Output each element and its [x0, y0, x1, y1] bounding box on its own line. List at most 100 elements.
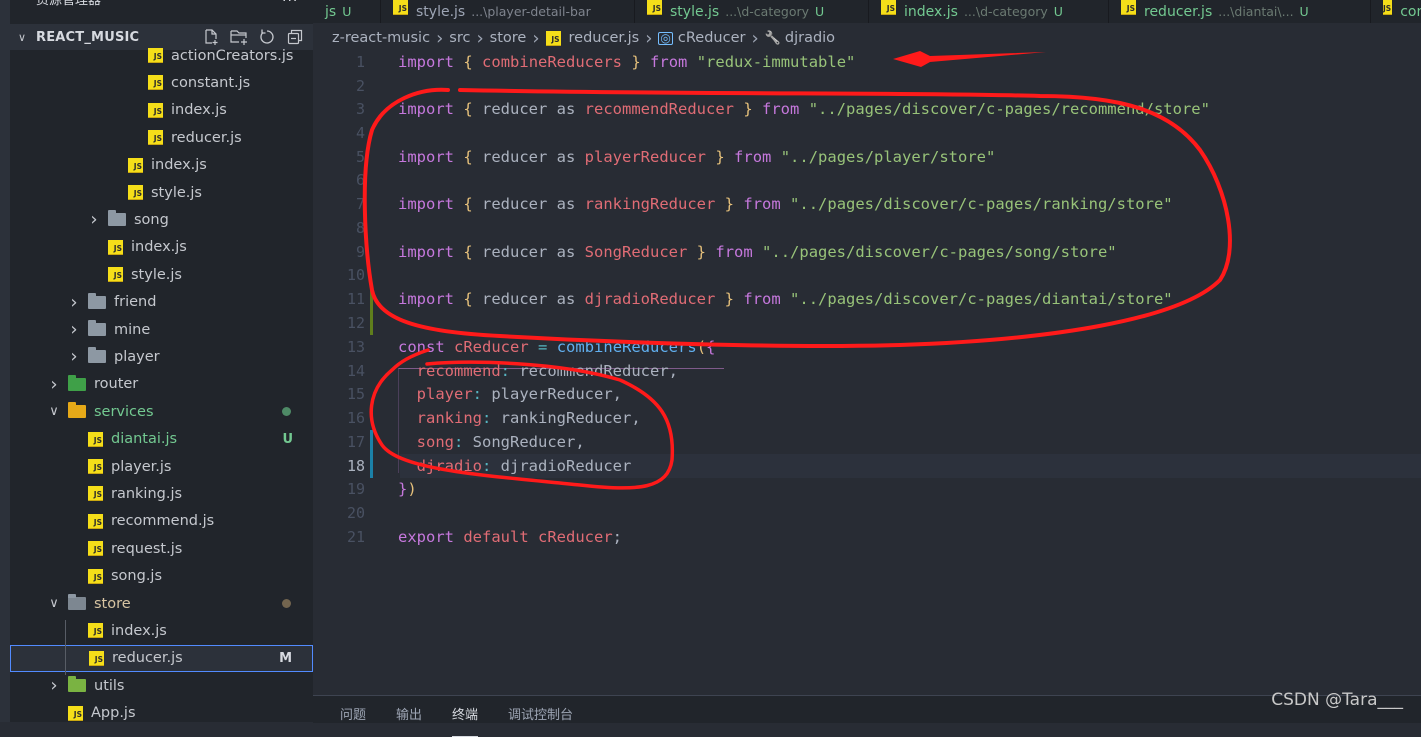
code-text: ranking: rankingReducer, [398, 406, 641, 430]
chevron-right-icon[interactable]: › [68, 292, 80, 313]
breadcrumb-item[interactable]: z-react-music [332, 30, 430, 46]
tree-item[interactable]: JS index.js [10, 97, 313, 124]
tree-item-label: song [134, 211, 169, 228]
editor-tab[interactable]: JS style.js ...\d-category U [635, 0, 869, 23]
chevron-right-icon[interactable]: › [68, 346, 80, 367]
panel-tab[interactable]: 终端 [452, 696, 479, 737]
tree-item[interactable]: › utils [10, 672, 313, 699]
js-file-icon: JS [647, 0, 662, 15]
code-line[interactable]: 15 player: playerReducer, [313, 382, 1421, 406]
editor-tab[interactable]: JS style.js ...\player-detail-bar [381, 0, 635, 23]
code-editor[interactable]: 1 import { combineReducers } from "redux-… [313, 50, 1421, 690]
tree-item[interactable]: JS request.js [10, 535, 313, 562]
code-line[interactable]: 16 ranking: rankingReducer, [313, 406, 1421, 430]
tab-git-status: U [815, 4, 825, 19]
tree-item[interactable]: JS ranking.js [10, 480, 313, 507]
chevron-down-icon[interactable]: ∨ [48, 596, 60, 611]
code-line[interactable]: 2 [313, 74, 1421, 98]
code-line[interactable]: 8 [313, 216, 1421, 240]
breadcrumb-item[interactable]: store [490, 30, 527, 46]
tree-item[interactable]: JS diantai.js U [10, 426, 313, 453]
code-line[interactable]: 18 djradio: djradioReducer [347, 454, 1421, 478]
breadcrumb-separator-icon: › [476, 27, 484, 49]
js-file-icon: JS [88, 541, 103, 557]
code-line[interactable]: 11 import { reducer as djradioReducer } f… [313, 287, 1421, 311]
code-token: recommend [416, 362, 501, 380]
tree-item-label: App.js [91, 705, 136, 722]
tree-item-label: request.js [111, 540, 183, 557]
chevron-down-icon[interactable]: ∨ [48, 404, 60, 419]
chevron-right-icon[interactable]: › [68, 319, 80, 340]
more-actions-button[interactable]: ··· [282, 0, 298, 8]
tree-item[interactable]: ∨ store [10, 590, 313, 617]
tree-item-label: friend [114, 294, 157, 311]
code-line[interactable]: 5 import { reducer as playerReducer } fro… [313, 145, 1421, 169]
tree-item[interactable]: ∨ services [10, 398, 313, 425]
code-token: playerReducer, [482, 385, 622, 403]
breadcrumb-item[interactable]: cReducer [678, 30, 746, 46]
code-line[interactable]: 21 export default cReducer; [313, 525, 1421, 549]
tree-item[interactable]: JS recommend.js [10, 508, 313, 535]
tree-item[interactable]: JS reducer.js [10, 124, 313, 151]
tree-item[interactable]: JS reducer.js M [10, 644, 313, 672]
panel-tab[interactable]: 输出 [396, 696, 422, 737]
breadcrumb-item[interactable]: reducer.js [569, 30, 640, 46]
tab-path: ...\diantai\... [1218, 4, 1294, 19]
tree-item[interactable]: JS index.js [10, 152, 313, 179]
modified-badge: M [279, 650, 292, 666]
chevron-right-icon[interactable]: › [88, 209, 100, 230]
code-line[interactable]: 4 [313, 121, 1421, 145]
code-line[interactable]: 10 [313, 263, 1421, 287]
tree-item[interactable]: JS player.js [10, 453, 313, 480]
code-line[interactable]: 6 [313, 168, 1421, 192]
tree-item[interactable]: › player [10, 343, 313, 370]
code-text: import { reducer as djradioReducer } fro… [398, 287, 1173, 311]
chevron-right-icon[interactable]: › [48, 374, 60, 395]
code-line[interactable]: 12 [313, 311, 1421, 335]
code-text: }) [398, 477, 417, 501]
line-number: 11 [346, 290, 365, 308]
chevron-right-icon[interactable]: › [48, 675, 60, 696]
tree-item[interactable]: JS style.js [10, 261, 313, 288]
editor-tab[interactable]: JS index.js ...\d-category U [869, 0, 1109, 23]
code-line[interactable]: 7 import { reducer as rankingReducer } fr… [313, 192, 1421, 216]
panel-tab[interactable]: 问题 [340, 696, 366, 737]
tree-item[interactable]: › mine [10, 316, 313, 343]
tree-item[interactable]: JS style.js [10, 179, 313, 206]
code-line[interactable]: 3 import { reducer as recommendReducer } … [313, 97, 1421, 121]
tree-item[interactable]: JS App.js [10, 700, 313, 722]
tree-item-label: recommend.js [111, 513, 215, 530]
code-line[interactable]: 9 import { reducer as SongReducer } from … [313, 240, 1421, 264]
tree-item[interactable]: JS constant.js [10, 69, 313, 96]
tree-item[interactable]: JS index.js [10, 617, 313, 644]
explorer-title-text: 资源管理器 [36, 0, 102, 8]
code-line[interactable]: 1 import { combineReducers } from "redux-… [313, 50, 1421, 74]
tree-item[interactable]: › router [10, 371, 313, 398]
tree-item[interactable]: JS song.js [10, 563, 313, 590]
tree-item[interactable]: JS index.js [10, 234, 313, 261]
tree-item-label: diantai.js [111, 431, 178, 448]
breadcrumb-item[interactable]: src [449, 30, 470, 46]
line-number: 21 [346, 528, 365, 546]
code-line[interactable]: 13 const cReducer = combineReducers({ [313, 335, 1421, 359]
tree-item[interactable]: JS actionCreators.js [10, 42, 313, 69]
tab-path: ...\player-detail-bar [471, 4, 591, 19]
editor-tab[interactable]: JS reducer.js ...\diantai\... U [1109, 0, 1371, 23]
tree-item[interactable]: › song [10, 206, 313, 233]
tab-filename: js [325, 3, 337, 20]
tree-item[interactable]: › friend [10, 289, 313, 316]
code-line[interactable]: 17 song: SongReducer, [313, 430, 1421, 454]
editor-tab[interactable]: JS cons [1371, 0, 1421, 23]
breadcrumb-item[interactable]: djradio [785, 30, 835, 46]
code-line[interactable]: 20 [313, 501, 1421, 525]
panel-tab[interactable]: 调试控制台 [508, 696, 573, 737]
code-token: } [715, 148, 725, 166]
editor-tab[interactable]: js U [313, 0, 381, 23]
code-line[interactable]: 14 recommend: recommendReducer, [313, 359, 1421, 383]
code-line[interactable]: 19}) [313, 477, 1421, 501]
